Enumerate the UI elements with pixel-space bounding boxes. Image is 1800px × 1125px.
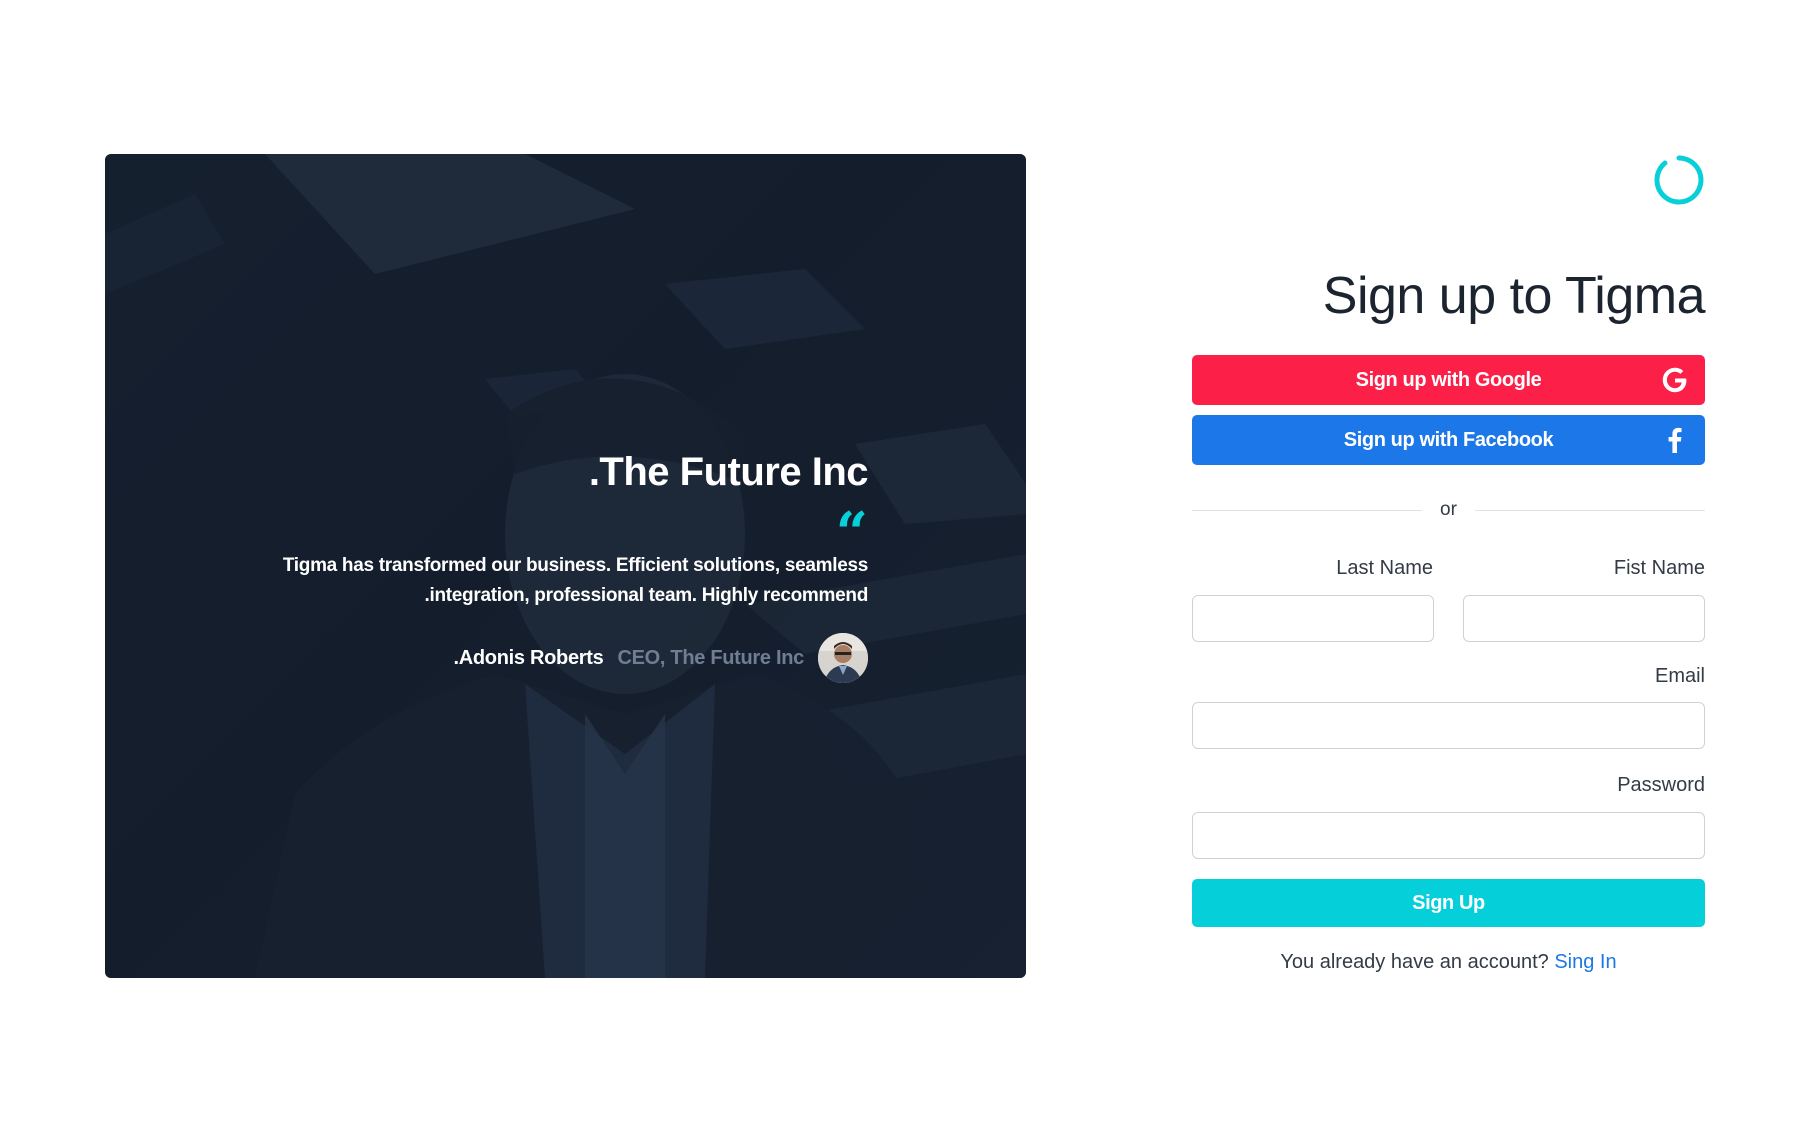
email-field[interactable]	[1192, 702, 1705, 749]
company-name: .The Future Inc	[588, 450, 869, 494]
password-label: Password	[1617, 774, 1705, 796]
author-name: .Adonis Roberts	[453, 646, 604, 669]
quote-line-1: Tigma has transformed our business. Effi…	[282, 555, 868, 576]
first-name-label: Fist Name	[1613, 557, 1705, 579]
quote-icon: “	[835, 500, 868, 566]
avatar	[818, 633, 868, 683]
first-name-field[interactable]	[1463, 595, 1705, 642]
testimonial-panel: .The Future Inc “ Tigma has transformed …	[105, 154, 1026, 978]
google-signup-button[interactable]: Sign up with Google	[1192, 355, 1705, 405]
author-info: .Adonis Roberts CEO, The Future Inc	[248, 633, 868, 683]
facebook-signup-button[interactable]: Sign up with Facebook	[1192, 415, 1705, 465]
email-label: Email	[1654, 665, 1705, 687]
facebook-icon	[1668, 427, 1682, 453]
testimonial: .The Future Inc “ Tigma has transformed …	[248, 450, 869, 683]
page-title: Sign up to Tigma	[1322, 267, 1706, 325]
quote-line-2: .integration, professional team. Highly …	[424, 585, 869, 606]
facebook-signup-label: Sign up with Facebook	[1343, 428, 1554, 451]
signup-page: .The Future Inc “ Tigma has transformed …	[0, 0, 1800, 1125]
signin-prompt: You already have an account? Sing In	[1192, 951, 1705, 974]
google-icon	[1662, 367, 1687, 393]
google-signup-label: Sign up with Google	[1355, 368, 1542, 391]
signin-link[interactable]: Sing In	[1554, 951, 1616, 973]
last-name-label: Last Name	[1336, 557, 1433, 579]
testimonial-quote: Tigma has transformed our business. Effi…	[248, 551, 868, 611]
author-role: CEO, The Future Inc	[617, 646, 804, 669]
account-prompt-text: You already have an account?	[1280, 951, 1549, 973]
ring-logo-icon	[1654, 155, 1704, 205]
or-divider: or	[1192, 498, 1705, 522]
password-field[interactable]	[1192, 812, 1705, 859]
last-name-field[interactable]	[1192, 595, 1434, 642]
signup-submit-button[interactable]: Sign Up	[1192, 879, 1705, 927]
